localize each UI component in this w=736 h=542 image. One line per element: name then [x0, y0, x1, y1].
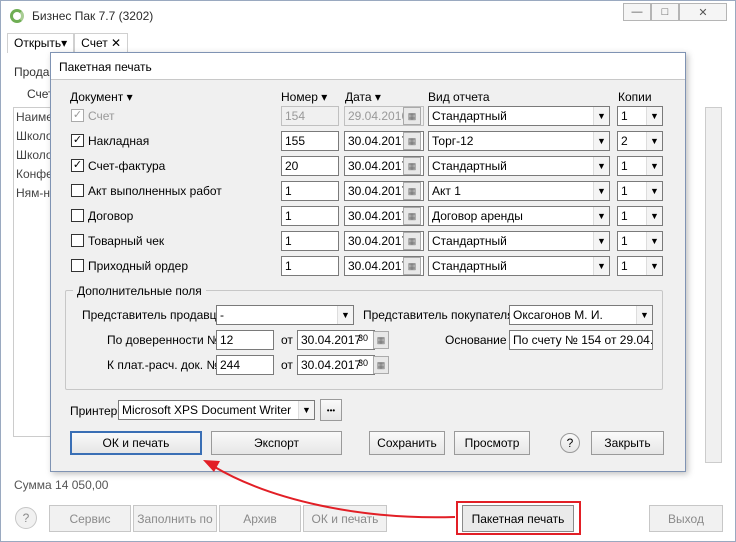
arrow-curve	[212, 465, 456, 519]
arrow-head	[203, 460, 220, 472]
annotation-arrow	[203, 460, 456, 519]
